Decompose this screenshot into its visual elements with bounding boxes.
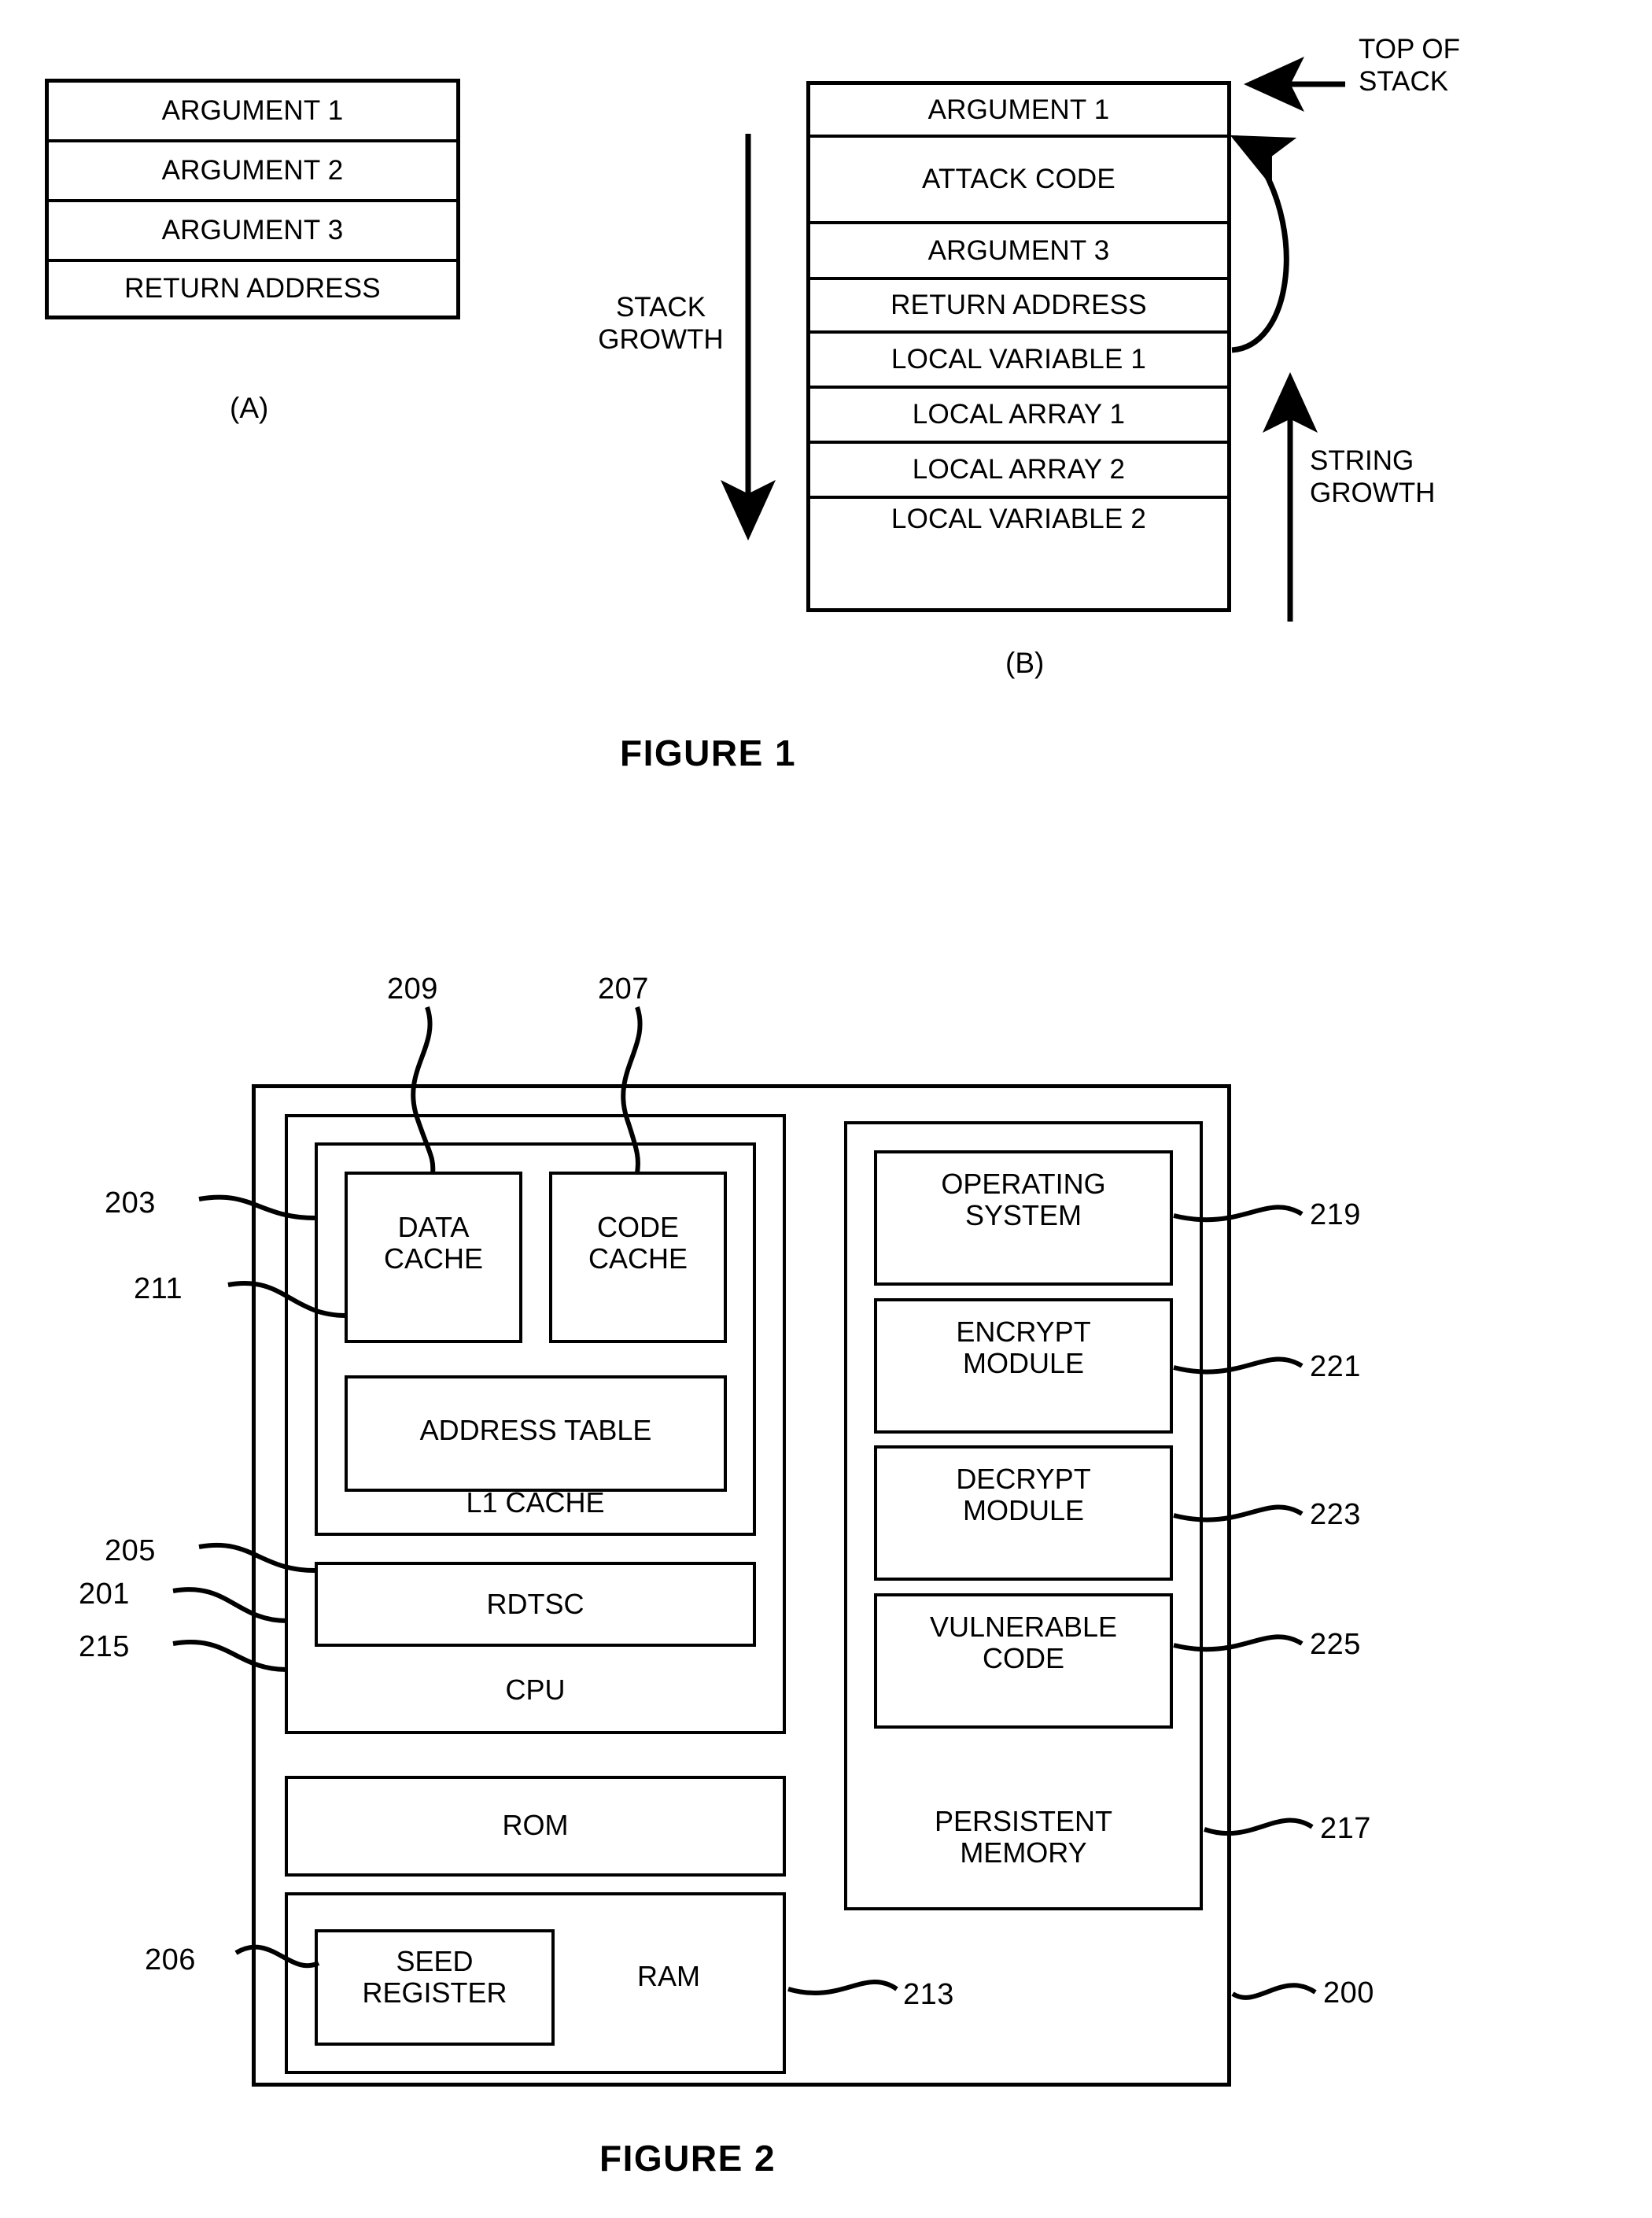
ref-223: 223 bbox=[1310, 1498, 1361, 1531]
ref-225: 225 bbox=[1310, 1628, 1361, 1661]
rdtsc-label: RDTSC bbox=[486, 1588, 584, 1620]
cpu-label: CPU bbox=[505, 1674, 566, 1706]
l1-cache-label: L1 CACHE bbox=[466, 1486, 605, 1519]
stack-b-label: (B) bbox=[1005, 647, 1045, 679]
ref-207: 207 bbox=[598, 972, 649, 1006]
stack-a-label: (A) bbox=[230, 392, 269, 424]
stack-a-frame: ARGUMENT 1 ARGUMENT 2 ARGUMENT 3 RETURN … bbox=[45, 79, 460, 319]
stack-b-row: LOCAL VARIABLE 1 bbox=[810, 334, 1227, 389]
ref-217: 217 bbox=[1320, 1812, 1371, 1845]
patent-drawing-sheet: ARGUMENT 1 ARGUMENT 2 ARGUMENT 3 RETURN … bbox=[0, 0, 1652, 2218]
stack-a-row: ARGUMENT 2 bbox=[49, 142, 456, 202]
ref-213: 213 bbox=[903, 1978, 954, 2011]
stack-b-row: ARGUMENT 1 bbox=[810, 85, 1227, 138]
encrypt-module-label: ENCRYPT MODULE bbox=[956, 1316, 1091, 1380]
seed-register-label: SEED REGISTER bbox=[362, 1945, 507, 2009]
stack-b-row: LOCAL ARRAY 2 bbox=[810, 444, 1227, 499]
ref-219: 219 bbox=[1310, 1198, 1361, 1231]
address-table-label: ADDRESS TABLE bbox=[419, 1414, 652, 1446]
figure-2-caption: FIGURE 2 bbox=[599, 2138, 776, 2179]
ref-221: 221 bbox=[1310, 1350, 1361, 1383]
stack-growth-label: STACK GROWTH bbox=[598, 292, 724, 356]
vulnerable-code-label: VULNERABLE CODE bbox=[929, 1611, 1118, 1675]
ref-201: 201 bbox=[79, 1578, 130, 1611]
ref-205: 205 bbox=[105, 1534, 156, 1567]
data-cache-label: DATA CACHE bbox=[383, 1211, 484, 1275]
code-cache-label: CODE CACHE bbox=[588, 1211, 688, 1275]
stack-a-row: RETURN ADDRESS bbox=[124, 273, 381, 304]
figure-1-caption: FIGURE 1 bbox=[620, 733, 797, 773]
ram-label: RAM bbox=[637, 1960, 700, 1992]
stack-b-row: LOCAL ARRAY 1 bbox=[810, 389, 1227, 444]
stack-b-row: ARGUMENT 3 bbox=[810, 224, 1227, 280]
ref-203: 203 bbox=[105, 1187, 156, 1220]
return-address-to-attack-code-arrow bbox=[1230, 135, 1297, 353]
ref-211: 211 bbox=[134, 1272, 183, 1305]
leader-200 bbox=[1231, 1983, 1317, 2000]
string-growth-label: STRING GROWTH bbox=[1310, 445, 1436, 509]
ref-206: 206 bbox=[145, 1943, 196, 1976]
stack-a-row: ARGUMENT 1 bbox=[49, 83, 456, 142]
stack-b-frame: ARGUMENT 1 ATTACK CODE ARGUMENT 3 RETURN… bbox=[806, 81, 1231, 612]
stack-a-row: ARGUMENT 3 bbox=[49, 202, 456, 262]
decrypt-module-label: DECRYPT MODULE bbox=[956, 1463, 1091, 1527]
stack-b-row: ATTACK CODE bbox=[810, 138, 1227, 224]
stack-b-row: RETURN ADDRESS bbox=[810, 280, 1227, 334]
ref-209: 209 bbox=[387, 972, 438, 1006]
ref-200: 200 bbox=[1323, 1976, 1374, 2009]
persistent-memory-label: PERSISTENT MEMORY bbox=[934, 1805, 1113, 1869]
stack-b-row: LOCAL VARIABLE 2 bbox=[891, 504, 1147, 534]
top-of-stack-label: TOP OF STACK bbox=[1359, 34, 1461, 98]
operating-system-label: OPERATING SYSTEM bbox=[941, 1168, 1106, 1232]
rom-label: ROM bbox=[502, 1809, 569, 1841]
ref-215: 215 bbox=[79, 1630, 130, 1663]
